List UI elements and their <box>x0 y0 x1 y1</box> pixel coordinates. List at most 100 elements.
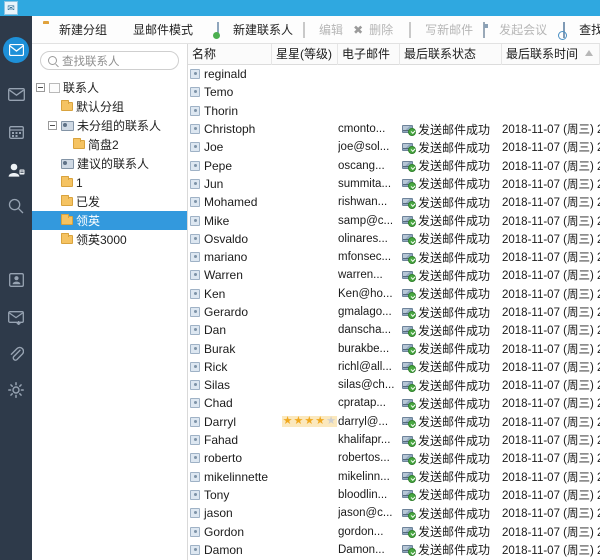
tree-item[interactable]: 建议的联系人 <box>32 154 187 173</box>
contact-name: Temo <box>204 85 234 100</box>
table-row[interactable]: Tony bloodlin... 发送邮件成功 2018-11-07 (周三) 22:… <box>188 486 600 504</box>
cell-email: cpratap... <box>338 397 386 410</box>
new-group-label: 新建分组 <box>59 23 108 37</box>
cell-status: 发送邮件成功 <box>400 523 502 540</box>
cell-name: Silas <box>188 378 272 392</box>
star-icon[interactable]: ★ <box>283 416 293 427</box>
table-row[interactable]: Osvaldo olinares... 发送邮件成功 2018-11-07 (周三) … <box>188 230 600 248</box>
cell-name: roberto <box>188 451 272 465</box>
new-group-button[interactable]: 新建分组 <box>38 19 112 41</box>
mail-sent-success-icon <box>402 178 416 191</box>
table-row[interactable]: Gordon gordon... 发送邮件成功 2018-11-07 (周三) 22:… <box>188 522 600 540</box>
cell-email: Ken@ho... <box>338 287 393 300</box>
cell-status: 发送邮件成功 <box>400 304 502 321</box>
table-row[interactable]: Pepe oscang... 发送邮件成功 2018-11-07 (周三) 22:15 <box>188 156 600 174</box>
column-header-name[interactable]: 名称 <box>188 43 272 65</box>
table-row[interactable]: Chad cpratap... 发送邮件成功 2018-11-07 (周三) 22:3… <box>188 394 600 412</box>
mail-receive-icon <box>7 311 24 325</box>
tree-item[interactable]: 领英3000 <box>32 230 187 249</box>
find-duplicates-button[interactable]: 查找重复联系人 <box>558 19 600 41</box>
rail-contacts-icon[interactable] <box>0 154 32 186</box>
rail-calendar-icon[interactable] <box>0 116 32 148</box>
star-icon[interactable]: ★ <box>294 416 304 427</box>
cell-status: 发送邮件成功 <box>400 395 502 412</box>
star-icon[interactable]: ★ <box>315 416 325 427</box>
table-row[interactable]: Joe joe@sol... 发送邮件成功 2018-11-07 (周三) 22:14 <box>188 138 600 156</box>
table-row[interactable]: Temo <box>188 83 600 101</box>
table-row[interactable]: Ken Ken@ho... 发送邮件成功 2018-11-07 (周三) 22:26 <box>188 285 600 303</box>
group-tree-panel: 查找联系人 联系人 默认分组 未分组的联系人 简盘2 建议的联系人 1 已发 领英 领英3000 <box>32 44 188 560</box>
cell-status: 发送邮件成功 <box>400 175 502 192</box>
table-row[interactable]: roberto robertos... 发送邮件成功 2018-11-07 (周三) … <box>188 449 600 467</box>
contact-icon <box>190 105 200 116</box>
table-row[interactable]: reginald <box>188 65 600 83</box>
rail-search-icon[interactable] <box>0 190 32 222</box>
star-icon[interactable]: ★ <box>326 416 336 427</box>
table-row[interactable]: Mohamed rishwan... 发送邮件成功 2018-11-07 (周三) 2… <box>188 193 600 211</box>
rail-mail-receive-icon[interactable] <box>0 302 32 334</box>
start-meeting-button[interactable]: 发起会议 <box>478 19 552 41</box>
table-row[interactable]: Silas silas@ch... 发送邮件成功 2018-11-07 (周三) 22… <box>188 376 600 394</box>
column-header-email[interactable]: 电子邮件 <box>338 43 400 65</box>
rail-contact-card-icon[interactable] <box>0 264 32 296</box>
table-row[interactable]: Burak burakbe... 发送邮件成功 2018-11-07 (周三) 22:… <box>188 339 600 357</box>
tree-twisty-toggle[interactable] <box>36 83 45 92</box>
tree-twisty-toggle[interactable] <box>48 121 57 130</box>
table-row[interactable]: Jun summita... 发送邮件成功 2018-11-07 (周三) 22:16 <box>188 175 600 193</box>
table-row[interactable]: Damon Damon... 发送邮件成功 2018-11-07 (周三) 22:48 <box>188 541 600 559</box>
column-header-stars[interactable]: 星星(等级) <box>272 43 338 65</box>
search-contacts-box[interactable]: 查找联系人 <box>40 51 179 70</box>
tree-twisty-spacer <box>48 102 57 111</box>
cell-last-contact-time: 2018-11-07 (周三) 22:13 <box>502 124 600 137</box>
table-row[interactable]: Mike samp@c... 发送邮件成功 2018-11-07 (周三) 22:20 <box>188 211 600 229</box>
table-row[interactable]: jason jason@c... 发送邮件成功 2018-11-07 (周三) 22:… <box>188 504 600 522</box>
tree-item[interactable]: 1 <box>32 173 187 192</box>
rail-attachment-icon[interactable] <box>0 338 32 370</box>
table-row[interactable]: Christoph cmonto... 发送邮件成功 2018-11-07 (周三) … <box>188 120 600 138</box>
delete-button[interactable]: ✖ 删除 <box>348 19 398 41</box>
table-row[interactable]: Dan danscha... 发送邮件成功 2018-11-07 (周三) 22:28 <box>188 321 600 339</box>
table-row[interactable]: Warren warren... 发送邮件成功 2018-11-07 (周三) 22:… <box>188 266 600 284</box>
column-header-status[interactable]: 最后联系状态 <box>400 43 502 65</box>
tree-item[interactable]: 联系人 <box>32 78 187 97</box>
rail-mail-active-icon[interactable] <box>0 34 32 66</box>
contact-icon <box>190 435 200 446</box>
tree-item[interactable]: 领英 <box>32 211 187 230</box>
contact-icon <box>190 453 200 464</box>
tree-item[interactable]: 默认分组 <box>32 97 187 116</box>
cell-stars[interactable]: ★ ★ ★ ★ ★ <box>272 416 338 428</box>
table-row[interactable]: Gerardo gmalago... 发送邮件成功 2018-11-07 (周三) 2… <box>188 303 600 321</box>
cell-last-contact-time: 2018-11-07 (周三) 22:23 <box>502 252 600 265</box>
folder-icon <box>61 233 73 244</box>
star-rating[interactable]: ★ ★ ★ ★ ★ <box>281 416 337 428</box>
tree-item[interactable]: 未分组的联系人 <box>32 116 187 135</box>
rail-inbox-icon[interactable] <box>0 78 32 110</box>
table-row[interactable]: Rick richl@all... 发送邮件成功 2018-11-07 (周三) 22… <box>188 358 600 376</box>
cell-email: Damon... <box>338 543 385 556</box>
table-row[interactable]: Fahad khalifapr... 发送邮件成功 2018-11-07 (周三) 2… <box>188 431 600 449</box>
rail-settings-icon[interactable] <box>0 374 32 406</box>
table-row[interactable]: mikelinnette mikelinn... 发送邮件成功 2018-11-07 … <box>188 468 600 486</box>
cell-last-contact-time: 2018-11-07 (周三) 22:39 <box>502 416 600 429</box>
contact-name: Darryl <box>204 414 236 429</box>
tree-item[interactable]: 简盘2 <box>32 135 187 154</box>
app-logo-icon: ✉ <box>4 1 18 15</box>
status-label: 发送邮件成功 <box>418 451 491 466</box>
column-header-time[interactable]: 最后联系时间 <box>502 43 600 65</box>
mail-mode-button[interactable]: 显邮件模式 <box>128 19 198 41</box>
cell-email: cmonto... <box>338 123 386 136</box>
star-icon[interactable]: ★ <box>304 416 314 427</box>
mail-sent-success-icon <box>402 343 416 356</box>
contact-name: roberto <box>204 451 243 466</box>
tree-item[interactable]: 已发 <box>32 192 187 211</box>
contact-icon <box>190 288 200 299</box>
edit-button[interactable]: 编辑 <box>298 19 348 41</box>
new-mail-button[interactable]: 写新邮件 <box>404 19 478 41</box>
table-row[interactable]: Thorin <box>188 102 600 120</box>
table-row[interactable]: Darryl ★ ★ ★ ★ ★ darryl@... 发送邮件成功 2018-11-07 (周… <box>188 413 600 431</box>
cell-name: mariano <box>188 250 272 264</box>
attachment-icon <box>10 346 24 361</box>
new-contact-button[interactable]: 新建联系人 <box>212 19 298 41</box>
mail-sent-success-icon <box>402 398 416 410</box>
table-row[interactable]: mariano mfonsec... 发送邮件成功 2018-11-07 (周三) 2… <box>188 248 600 266</box>
